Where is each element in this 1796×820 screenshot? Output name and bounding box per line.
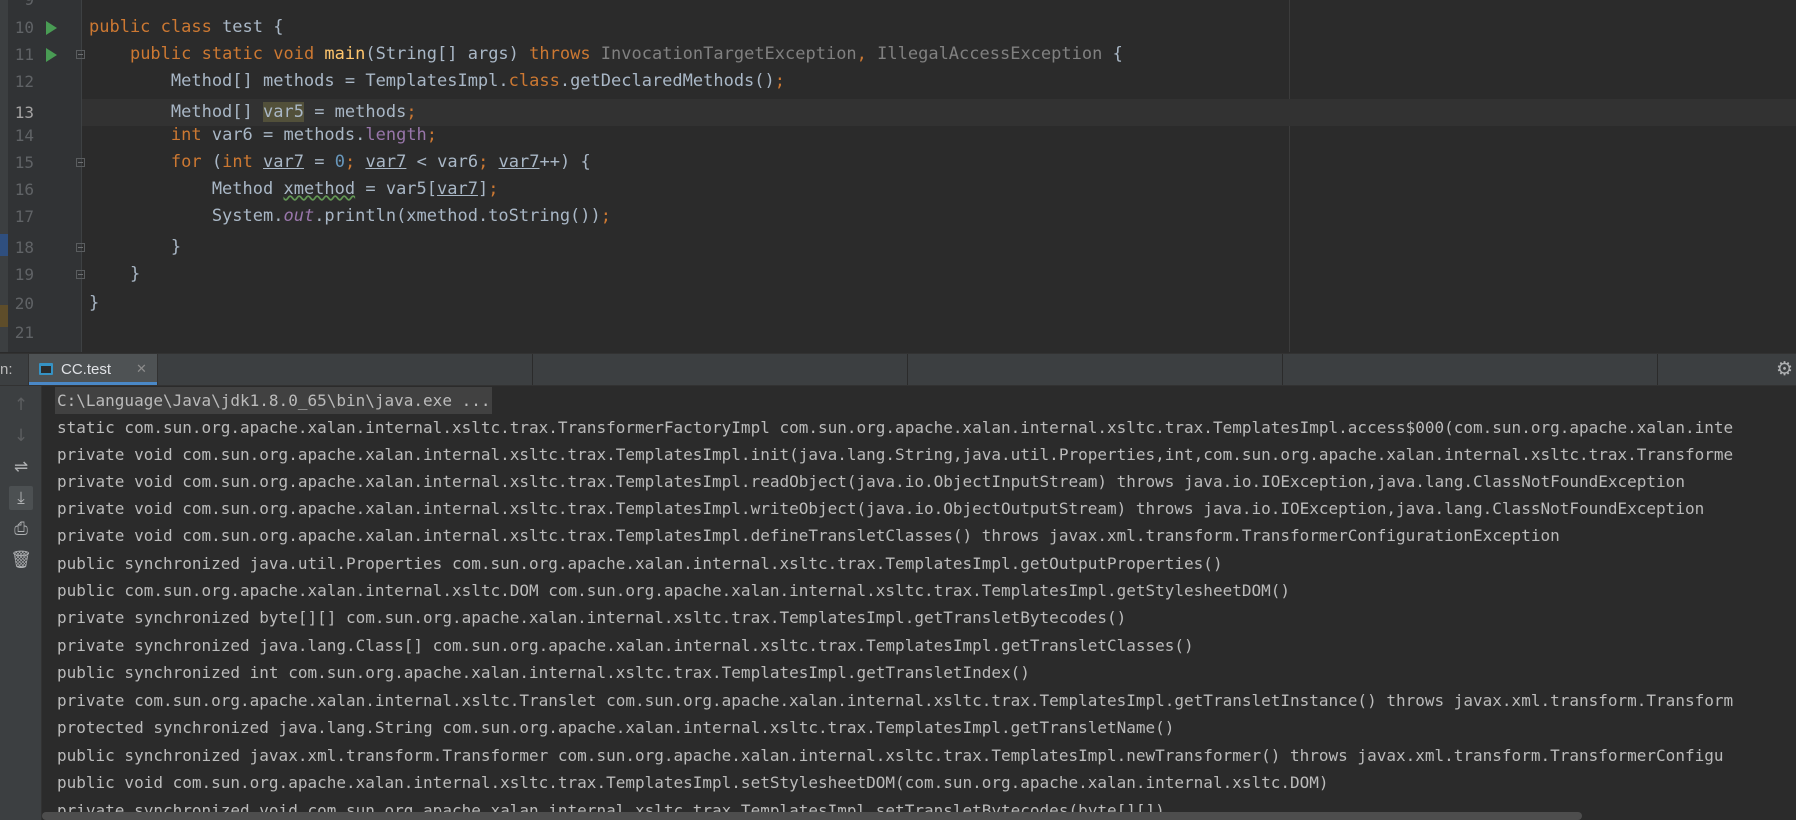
trash-icon[interactable]: 🗑: [9, 548, 33, 572]
line-number: 15: [14, 153, 34, 172]
line-number: 21: [14, 323, 34, 342]
code-text[interactable]: System.out.println(xmethod.toString());: [89, 203, 611, 230]
console-output-line: private void com.sun.org.apache.xalan.in…: [57, 499, 1705, 518]
tab-label: CC.test: [61, 361, 112, 378]
code-line[interactable]: 21: [0, 319, 1796, 346]
horizontal-scrollbar[interactable]: [42, 812, 1582, 820]
scroll-to-end-icon[interactable]: ⤓: [9, 486, 33, 510]
code-text[interactable]: Method xmethod = var5[var7];: [89, 176, 499, 203]
console-output-line: private synchronized java.lang.Class[] c…: [57, 636, 1194, 655]
fold-icon[interactable]: [76, 158, 85, 167]
code-editor[interactable]: 9 10 public class test { 11 public stati…: [0, 0, 1796, 352]
code-line[interactable]: 9: [0, 0, 1796, 13]
console-toolbar: ↑ ↓ ⇌ ⤓ ⎙ 🗑: [0, 386, 42, 820]
run-gutter-icon[interactable]: [46, 48, 57, 62]
line-number: 20: [14, 294, 34, 313]
fold-icon[interactable]: [76, 50, 85, 59]
header-separator: [532, 354, 533, 385]
console-output-line: static com.sun.org.apache.xalan.internal…: [57, 418, 1734, 437]
console-output-line: public com.sun.org.apache.xalan.internal…: [57, 581, 1290, 600]
line-number: 10: [14, 18, 34, 37]
code-line[interactable]: 17 System.out.println(xmethod.toString()…: [0, 203, 1796, 230]
console-output-line: private synchronized byte[][] com.sun.or…: [57, 608, 1127, 627]
run-gutter-icon[interactable]: [46, 21, 57, 35]
fold-icon[interactable]: [76, 270, 85, 279]
active-tab-indicator: [29, 382, 157, 385]
code-text[interactable]: for (int var7 = 0; var7 < var6; var7++) …: [89, 149, 591, 176]
code-text[interactable]: }: [89, 234, 181, 261]
console-output-line: private void com.sun.org.apache.xalan.in…: [57, 445, 1734, 464]
code-text[interactable]: public class test {: [89, 14, 283, 41]
line-number: 9: [10, 0, 34, 13]
fold-icon[interactable]: [76, 243, 85, 252]
console-output-line: protected synchronized java.lang.String …: [57, 718, 1175, 737]
print-icon[interactable]: ⎙: [9, 517, 33, 541]
code-line[interactable]: 18 }: [0, 234, 1796, 261]
console-output-line: public void com.sun.org.apache.xalan.int…: [57, 773, 1329, 792]
line-number: 16: [14, 180, 34, 199]
line-number: 17: [14, 207, 34, 226]
line-number: 12: [14, 72, 34, 91]
run-panel-label: n:: [0, 361, 13, 378]
console-output-line: public synchronized java.util.Properties…: [57, 554, 1223, 573]
console-output[interactable]: C:\Language\Java\jdk1.8.0_65\bin\java.ex…: [42, 386, 1796, 820]
console-output-line: private void com.sun.org.apache.xalan.in…: [57, 472, 1685, 491]
gear-icon[interactable]: ⚙: [1776, 354, 1793, 385]
console-output-line: public synchronized javax.xml.transform.…: [57, 746, 1724, 765]
code-line[interactable]: 11 public static void main(String[] args…: [0, 41, 1796, 68]
line-number: 19: [14, 265, 34, 284]
arrow-up-icon[interactable]: ↑: [9, 393, 33, 417]
header-separator: [1282, 354, 1283, 385]
console-output-line: private void com.sun.org.apache.xalan.in…: [57, 526, 1560, 545]
console-output-line: private com.sun.org.apache.xalan.interna…: [57, 691, 1734, 710]
code-line[interactable]: 14 int var6 = methods.length;: [0, 122, 1796, 149]
code-text[interactable]: Method[] methods = TemplatesImpl.class.g…: [89, 68, 785, 95]
soft-wrap-icon[interactable]: ⇌: [9, 455, 33, 479]
code-line[interactable]: 16 Method xmethod = var5[var7];: [0, 176, 1796, 203]
console-command-line[interactable]: C:\Language\Java\jdk1.8.0_65\bin\java.ex…: [55, 387, 493, 414]
header-separator: [1657, 354, 1658, 385]
line-number: 14: [14, 126, 34, 145]
code-text[interactable]: }: [89, 261, 140, 288]
run-panel-header: n: CC.test ✕ ⚙: [0, 353, 1796, 386]
arrow-down-icon[interactable]: ↓: [9, 424, 33, 448]
code-line[interactable]: 10 public class test {: [0, 14, 1796, 41]
code-text[interactable]: }: [89, 290, 99, 317]
console-output-line: public synchronized int com.sun.org.apac…: [57, 663, 1030, 682]
tab-cc-test[interactable]: CC.test ✕: [28, 354, 158, 385]
line-number: 18: [14, 238, 34, 257]
code-line[interactable]: 15 for (int var7 = 0; var7 < var6; var7+…: [0, 149, 1796, 176]
code-line[interactable]: 20 }: [0, 290, 1796, 317]
header-separator: [907, 354, 908, 385]
console-icon: [39, 363, 53, 375]
code-line[interactable]: 19 }: [0, 261, 1796, 288]
code-text[interactable]: int var6 = methods.length;: [89, 122, 437, 149]
code-text[interactable]: public static void main(String[] args) t…: [89, 41, 1123, 68]
line-number: 11: [14, 45, 34, 64]
code-line[interactable]: 12 Method[] methods = TemplatesImpl.clas…: [0, 68, 1796, 95]
close-icon[interactable]: ✕: [136, 354, 147, 385]
